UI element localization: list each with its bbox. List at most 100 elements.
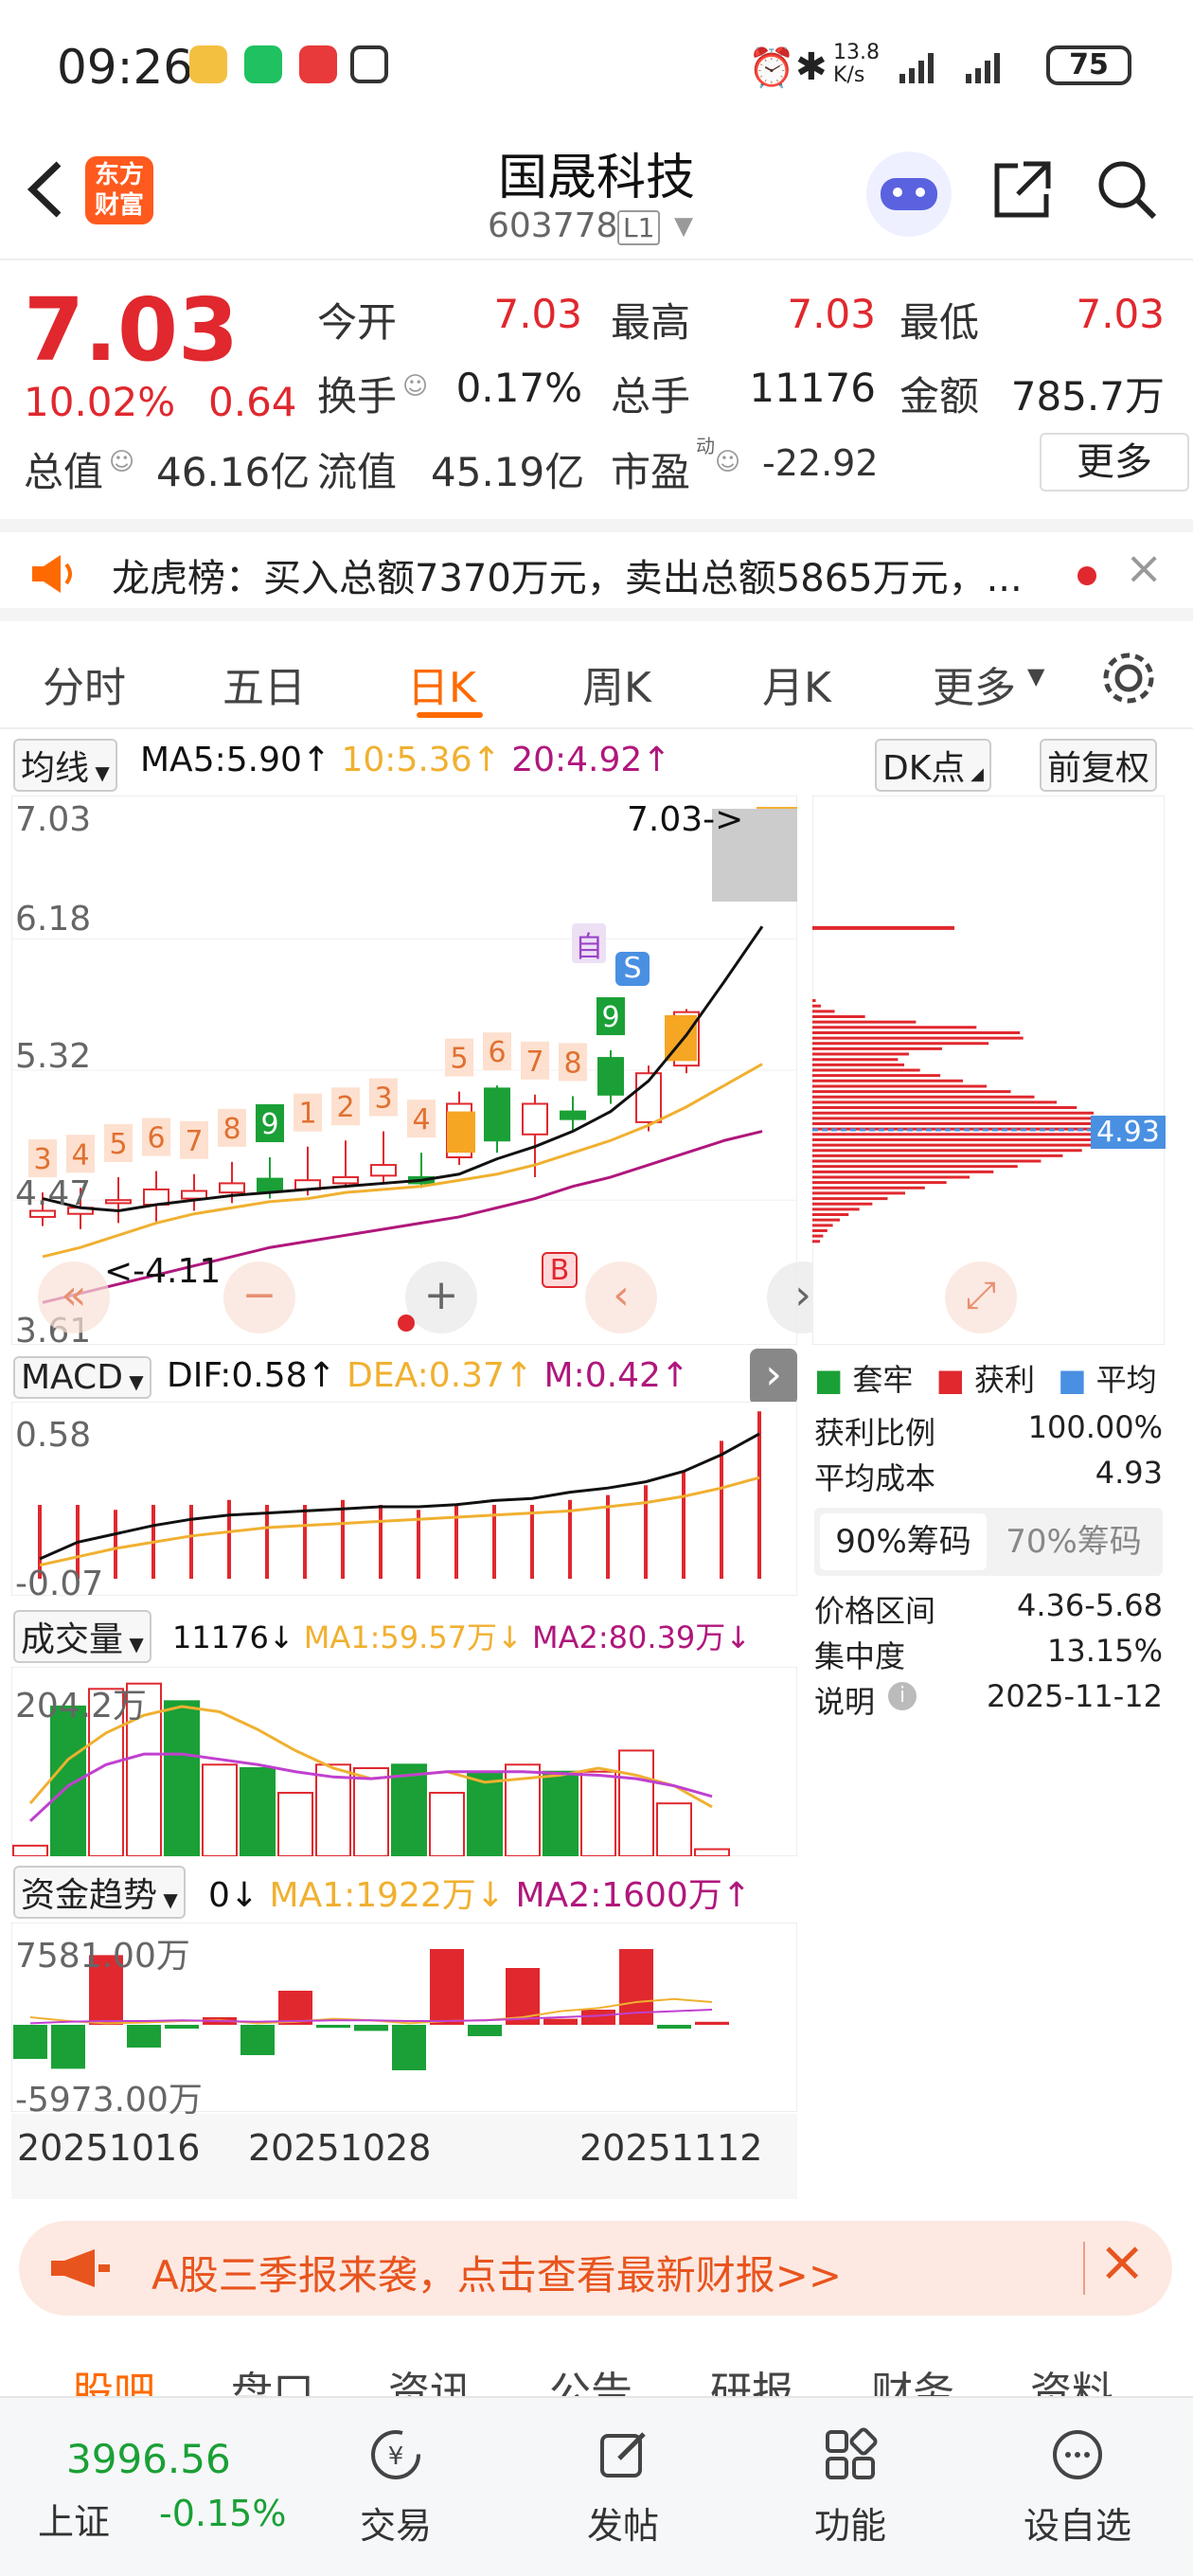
- volume-bar: [391, 1763, 427, 1856]
- expand-icon[interactable]: ⤢: [945, 1261, 1017, 1333]
- tab-monthly-k[interactable]: 月K: [762, 653, 831, 714]
- amount-value: 785.7万: [1010, 373, 1165, 420]
- tab-profile[interactable]: 资料: [1030, 2358, 1113, 2396]
- self-select-marker[interactable]: 自: [572, 923, 606, 964]
- ma-selector-label: 均线: [21, 749, 90, 788]
- fund-bar: [316, 2025, 350, 2029]
- candle-body: [597, 1057, 624, 1096]
- fund-trend-selector[interactable]: 资金趋势 ▼: [13, 1866, 186, 1919]
- high-label: 最高: [611, 299, 691, 346]
- info-icon[interactable]: ☺: [715, 448, 740, 476]
- last-price-note: 7.03->: [627, 800, 744, 839]
- bottom-section-tabs: 股吧 盘口 资讯 公告 研报 财务 资料: [0, 2339, 1193, 2396]
- tab-intraday[interactable]: 分时: [43, 653, 126, 714]
- tab-announcements[interactable]: 公告: [549, 2358, 632, 2396]
- scroll-left-icon[interactable]: ‹: [585, 1261, 657, 1333]
- fund-bar: [51, 2025, 85, 2069]
- unread-dot: [1077, 566, 1096, 585]
- volume-bar: [543, 1770, 579, 1856]
- speaker-icon: [32, 555, 72, 593]
- dragon-tiger-notice[interactable]: 龙虎榜：买入总额7370万元，卖出总额5865万元，... ×: [0, 519, 1193, 621]
- eastmoney-logo[interactable]: 东方 财富: [85, 156, 153, 224]
- tab-70-chip[interactable]: 70%筹码: [990, 1513, 1157, 1570]
- high-value: 7.03: [787, 291, 876, 337]
- nine-turn-label: 9: [260, 1108, 278, 1141]
- search-icon[interactable]: [1094, 156, 1160, 223]
- tab-weekly-k[interactable]: 周K: [582, 653, 651, 714]
- tab-news[interactable]: 资讯: [388, 2358, 472, 2396]
- tab-guba[interactable]: 股吧: [72, 2358, 155, 2396]
- post-button[interactable]: 发帖: [547, 2426, 699, 2549]
- volume-selector[interactable]: 成交量 ▼: [13, 1610, 151, 1663]
- expand-right-icon[interactable]: ›: [750, 1349, 797, 1405]
- ma-selector[interactable]: 均线 ▼: [13, 739, 117, 792]
- buy-marker[interactable]: B: [542, 1252, 578, 1288]
- note-label: 说明: [814, 1684, 876, 1720]
- back-arrow-icon[interactable]: [21, 156, 68, 223]
- fund-bar: [657, 2025, 691, 2029]
- macd-y-bottom: -0.07: [15, 1565, 104, 1603]
- macd-chart[interactable]: [11, 1402, 797, 1596]
- add-watchlist-button[interactable]: 设自选: [1002, 2426, 1153, 2549]
- ai-assistant-icon[interactable]: [866, 152, 952, 237]
- fund-bar: [430, 1949, 464, 2025]
- x-date-2: 20251028: [248, 2127, 432, 2169]
- tab-daily-k[interactable]: 日K: [407, 653, 476, 714]
- settings-gear-icon[interactable]: [1098, 648, 1159, 708]
- chevron-down-icon[interactable]: ▼: [674, 212, 693, 241]
- info-icon[interactable]: ☺: [402, 372, 428, 401]
- dk-point-button[interactable]: DK点 ◢: [875, 739, 991, 792]
- volume-bar: [164, 1700, 200, 1856]
- trade-button[interactable]: ¥ 交易: [320, 2426, 472, 2549]
- volume-bar: [277, 1792, 313, 1856]
- tab-research[interactable]: 研报: [710, 2358, 793, 2396]
- note-date: 2025-11-12: [987, 1678, 1163, 1714]
- volume-bar: [618, 1749, 654, 1856]
- tab-finance[interactable]: 财务: [871, 2358, 954, 2396]
- tab-five-day[interactable]: 五日: [223, 653, 306, 714]
- sell-marker[interactable]: S: [615, 952, 650, 986]
- stock-header: 东方 财富 国晟科技 603778 L1 ▼: [0, 133, 1193, 260]
- volume-bar: [353, 1767, 389, 1856]
- crosshair-icon[interactable]: +: [405, 1261, 477, 1333]
- nine-turn-label: 8: [223, 1113, 240, 1146]
- volume-bar: [656, 1802, 692, 1856]
- info-icon[interactable]: i: [888, 1682, 917, 1710]
- ma-legend: MA5:5.90↑ 10:5.36↑ 20:4.92↑: [140, 741, 670, 779]
- info-icon[interactable]: ☺: [109, 448, 134, 476]
- nine-turn-label: 7: [525, 1046, 543, 1079]
- zoom-out-icon[interactable]: −: [223, 1261, 295, 1333]
- float-label: 流值: [317, 449, 398, 495]
- tab-underline: [417, 712, 483, 718]
- function-button[interactable]: 功能: [775, 2426, 926, 2549]
- macd-selector-label: MACD: [21, 1358, 123, 1397]
- candle-body: [560, 1110, 586, 1120]
- adjust-mode-button[interactable]: 前复权: [1040, 739, 1158, 792]
- earnings-banner[interactable]: A股三季报来袭，点击查看最新财报>> ×: [19, 2221, 1172, 2316]
- bottom-bar: 3996.56 上证 -0.15% ¥ 交易 发帖 功能 设自选: [0, 2396, 1193, 2576]
- close-icon[interactable]: ×: [1098, 2228, 1146, 2295]
- nine-turn-label: 2: [336, 1091, 354, 1124]
- close-icon[interactable]: ×: [1125, 542, 1163, 595]
- nine-turn-label: 8: [563, 1046, 581, 1080]
- share-icon[interactable]: [989, 156, 1056, 223]
- chip-legend: ■ 套牢 ■ 获利 ■ 平均: [814, 1362, 1157, 1398]
- quote-panel: 7.03 10.02% 0.64 今开 7.03 最高 7.03 最低 7.03…: [0, 260, 1193, 516]
- tab-order-book[interactable]: 盘口: [231, 2358, 314, 2396]
- bluetooth-icon: ✱: [795, 45, 828, 89]
- tab-more[interactable]: 更多: [933, 653, 1016, 714]
- change-amount: 0.64: [208, 379, 297, 425]
- alarm-icon: ⏰: [748, 46, 795, 90]
- fund-y-top: 7581.00万: [15, 1937, 190, 1976]
- status-time: 09:26: [57, 40, 194, 95]
- turnover-label: 换手: [317, 373, 398, 420]
- index-value[interactable]: 3996.56: [66, 2436, 231, 2482]
- tab-90-chip[interactable]: 90%筹码: [820, 1513, 987, 1570]
- scroll-left-fast-icon[interactable]: «: [38, 1261, 110, 1333]
- level-badge[interactable]: L1: [617, 210, 661, 245]
- macd-selector[interactable]: MACD ▼: [13, 1356, 151, 1399]
- dragon-tiger-text: 龙虎榜：买入总额7370万元，卖出总额5865万元，...: [112, 557, 1023, 600]
- more-button[interactable]: 更多: [1040, 433, 1189, 492]
- nine-turn-label: 4: [71, 1138, 89, 1172]
- fund-bar: [127, 2025, 161, 2048]
